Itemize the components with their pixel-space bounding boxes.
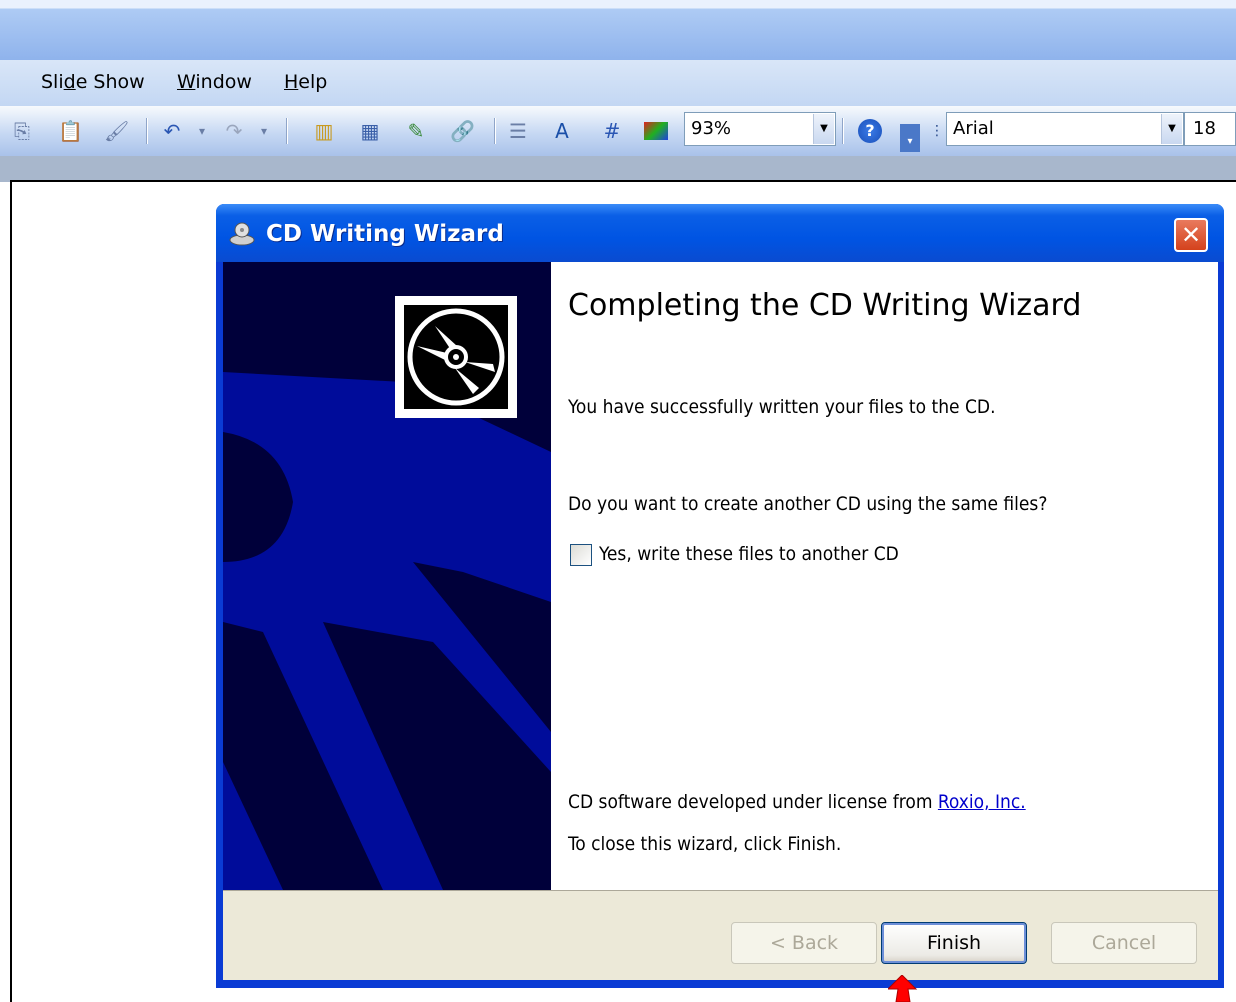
undo-icon[interactable]: ↶ — [160, 119, 184, 143]
chevron-down-icon[interactable]: ▼ — [813, 114, 834, 144]
redo-icon[interactable]: ↷ — [222, 119, 246, 143]
toolbar-separator — [146, 118, 148, 144]
cd-icon — [404, 305, 508, 409]
chevron-down-icon[interactable]: ▼ — [1161, 114, 1182, 144]
menu-slide-show[interactable]: Slide Show — [41, 71, 145, 93]
tables-borders-icon[interactable]: ✎ — [404, 119, 428, 143]
dialog-title-bar[interactable]: CD Writing Wizard ✕ — [216, 204, 1224, 262]
toolbar-options-icon[interactable]: ▾ — [900, 124, 920, 152]
copy-icon[interactable]: ⎘ — [10, 119, 34, 143]
show-formatting-icon[interactable]: A — [550, 119, 574, 143]
close-hint: To close this wizard, click Finish. — [568, 833, 842, 855]
insert-hyperlink-icon[interactable]: 🔗 — [450, 119, 475, 143]
insert-table-icon[interactable]: ▦ — [358, 119, 382, 143]
page-title: Completing the CD Writing Wizard — [568, 288, 1082, 323]
font-size-value: 18 — [1193, 118, 1216, 139]
redo-dropdown-icon[interactable]: ▾ — [252, 119, 276, 143]
expand-all-icon[interactable]: ☰ — [506, 119, 530, 143]
zoom-select[interactable]: 93% ▼ — [684, 112, 836, 146]
zoom-value: 93% — [691, 118, 732, 139]
show-grid-icon[interactable]: # — [600, 119, 624, 143]
menu-window[interactable]: Window — [177, 71, 252, 93]
menu-help[interactable]: Help — [284, 71, 327, 93]
paste-icon[interactable]: 📋 — [58, 119, 83, 143]
another-cd-checkbox-label[interactable]: Yes, write these files to another CD — [599, 543, 899, 565]
finish-button[interactable]: Finish — [881, 922, 1027, 964]
arrow-pointer-icon — [888, 975, 918, 1002]
cd-writer-title-icon — [229, 222, 255, 246]
font-name-select[interactable]: Arial ▼ — [946, 112, 1184, 146]
format-painter-icon[interactable]: 🖌 — [104, 119, 129, 143]
question-text: Do you want to create another CD using t… — [568, 493, 1048, 515]
toolbar-separator — [842, 118, 844, 144]
undo-dropdown-icon[interactable]: ▾ — [190, 119, 214, 143]
toolbar-bottom-band — [0, 156, 1236, 182]
another-cd-checkbox[interactable] — [570, 544, 592, 566]
insert-chart-icon[interactable]: ▥ — [312, 119, 336, 143]
cancel-button[interactable]: Cancel — [1051, 922, 1197, 964]
license-prefix: CD software developed under license from — [568, 791, 938, 813]
back-button[interactable]: < Back — [731, 922, 877, 964]
toolbar-separator — [494, 118, 496, 144]
cd-writing-wizard-dialog: CD Writing Wizard ✕ Completing the CD Wr… — [216, 204, 1224, 988]
footer-divider — [223, 890, 1218, 891]
font-name-value: Arial — [953, 118, 994, 139]
dialog-body: Completing the CD Writing Wizard You hav… — [223, 262, 1218, 980]
color-grayscale-icon[interactable] — [644, 122, 668, 140]
dialog-title: CD Writing Wizard — [266, 221, 504, 247]
cd-icon-frame — [395, 296, 517, 418]
roxio-link[interactable]: Roxio, Inc. — [938, 791, 1026, 813]
wizard-content-pane: Completing the CD Writing Wizard You hav… — [551, 262, 1218, 890]
close-button[interactable]: ✕ — [1174, 218, 1208, 252]
license-text: CD software developed under license from… — [568, 791, 1026, 813]
toolbar-separator — [286, 118, 288, 144]
help-icon[interactable]: ? — [858, 119, 882, 143]
font-size-select[interactable]: 18 — [1184, 112, 1236, 146]
app-title-bar — [0, 0, 1236, 60]
wizard-side-panel — [223, 262, 551, 890]
success-message: You have successfully written your files… — [568, 396, 996, 418]
toolbar-grip-icon[interactable]: ⋮ — [930, 119, 944, 143]
menu-bar: Slide Show Window Help — [0, 60, 1236, 106]
close-icon: ✕ — [1180, 221, 1202, 249]
